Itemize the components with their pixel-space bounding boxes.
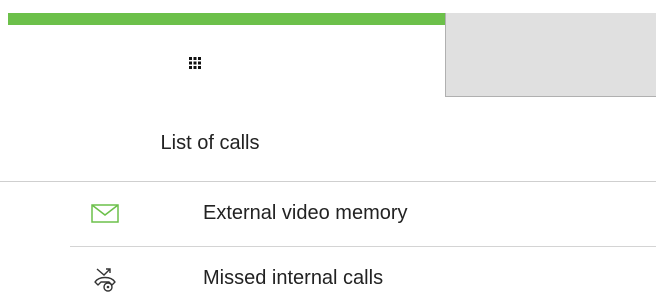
list-item-label: Missed internal calls (203, 267, 384, 289)
list-title: List of calls (0, 132, 656, 155)
tab-keypad[interactable] (0, 0, 445, 98)
grid-icon (189, 56, 201, 69)
tab-secondary[interactable] (445, 13, 656, 97)
screen: List of calls External video memory Miss… (0, 0, 656, 302)
envelope-icon (70, 182, 140, 246)
list-item-label: External video memory (203, 202, 408, 224)
missed-call-icon (70, 247, 140, 302)
list-item-missed-internal-calls[interactable]: Missed internal calls (70, 247, 656, 302)
active-tab-indicator (8, 13, 445, 25)
tab-bar (0, 0, 656, 98)
list-title-text: List of calls (160, 132, 260, 154)
list-item-external-video-memory[interactable]: External video memory (70, 182, 656, 246)
